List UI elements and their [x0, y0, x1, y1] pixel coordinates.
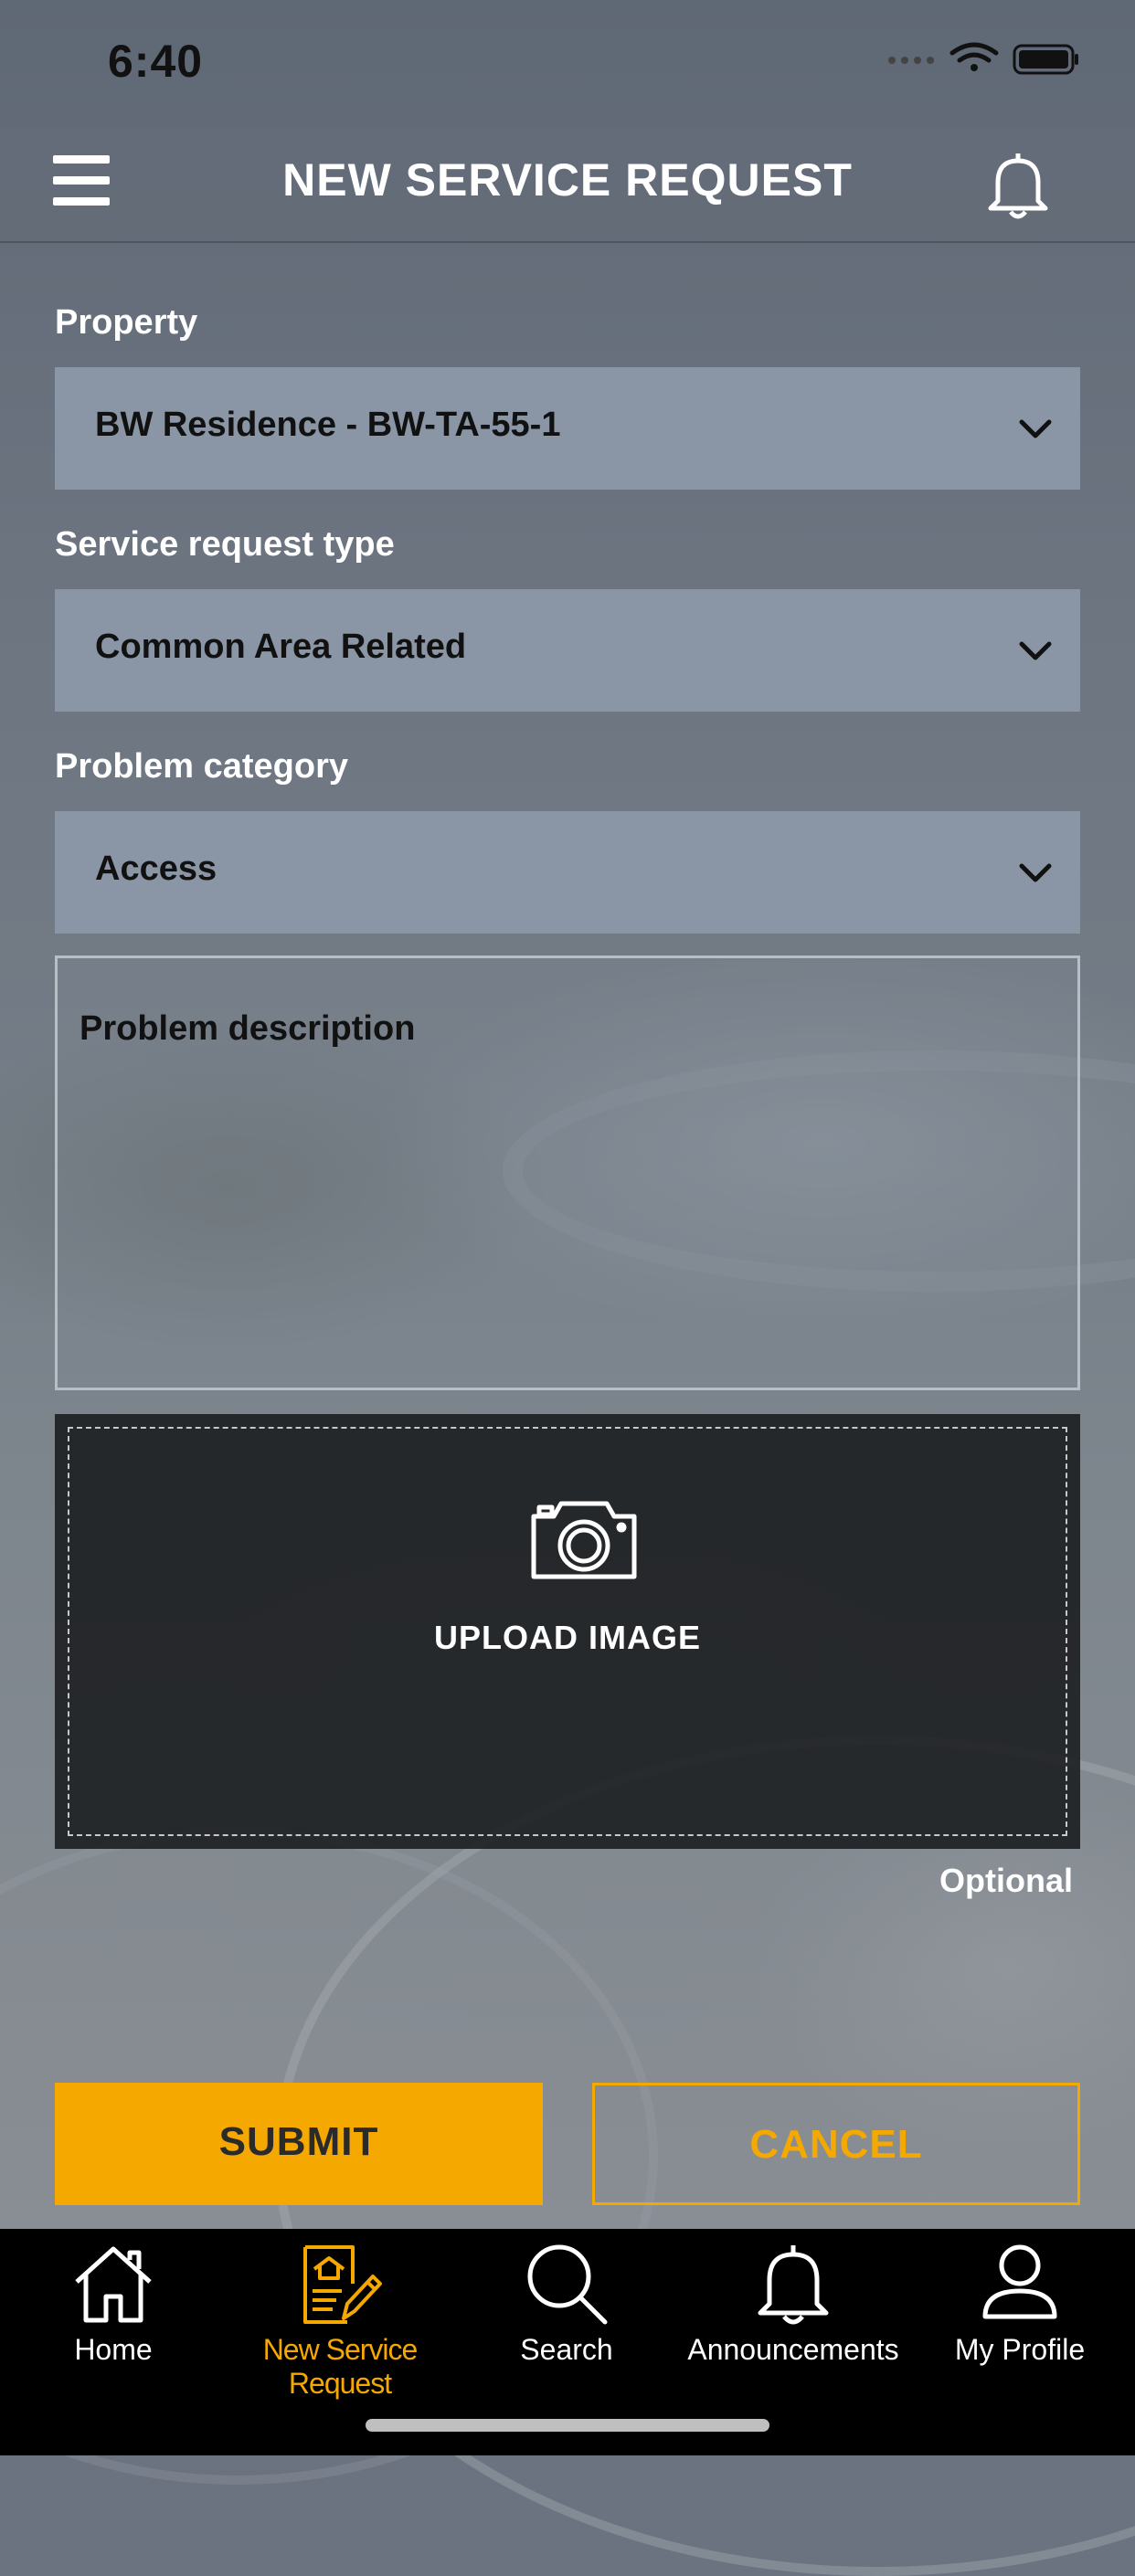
bell-icon[interactable]	[985, 148, 1051, 221]
tab-label: Announcements	[687, 2333, 899, 2366]
request-type-label: Service request type	[55, 525, 395, 564]
signal-icon	[888, 57, 934, 64]
home-icon	[75, 2246, 152, 2323]
tab-label: Search	[520, 2333, 613, 2366]
new-request-icon	[303, 2245, 382, 2324]
request-type-select[interactable]: Common Area Related	[55, 589, 1080, 712]
status-icons	[886, 40, 1080, 77]
app-header: NEW SERVICE REQUEST	[0, 128, 1135, 243]
battery-icon	[1013, 44, 1078, 75]
page-title: NEW SERVICE REQUEST	[282, 154, 853, 206]
search-icon	[527, 2244, 608, 2325]
tab-search[interactable]: Search	[453, 2240, 680, 2377]
request-type-value: Common Area Related	[95, 628, 467, 666]
chevron-down-icon	[1019, 419, 1052, 438]
tab-my-profile[interactable]: My Profile	[907, 2240, 1133, 2377]
problem-description-placeholder: Problem description	[80, 1009, 416, 1048]
tab-home[interactable]: Home	[0, 2240, 227, 2377]
cancel-button[interactable]: CANCEL	[592, 2083, 1080, 2205]
problem-category-value: Access	[95, 850, 217, 888]
profile-icon	[982, 2244, 1057, 2319]
chevron-down-icon	[1019, 863, 1052, 882]
tab-label: My Profile	[954, 2333, 1086, 2366]
upload-image-button[interactable]: UPLOAD IMAGE	[55, 1414, 1080, 1849]
submit-button[interactable]: SUBMIT	[55, 2083, 543, 2205]
property-label: Property	[55, 303, 198, 342]
tab-label: Home	[74, 2333, 153, 2366]
status-bar: 6:40	[0, 0, 1135, 128]
property-value: BW Residence - BW-TA-55-1	[95, 406, 561, 444]
problem-category-label: Problem category	[55, 747, 348, 786]
upload-dropzone: UPLOAD IMAGE	[68, 1427, 1067, 1836]
tab-new-service-request[interactable]: New Service Request	[227, 2240, 453, 2400]
camera-icon	[531, 1501, 637, 1579]
problem-description-field[interactable]: Problem description	[55, 955, 1080, 1390]
problem-category-select[interactable]: Access	[55, 811, 1080, 934]
tab-announcements[interactable]: Announcements	[680, 2240, 907, 2377]
optional-note: Optional	[939, 1862, 1073, 1899]
home-indicator	[366, 2419, 769, 2432]
status-time: 6:40	[108, 36, 204, 87]
tab-label: New Service Request	[262, 2333, 419, 2400]
upload-image-label: UPLOAD IMAGE	[433, 1619, 701, 1656]
bell-icon	[758, 2245, 829, 2325]
chevron-down-icon	[1019, 641, 1052, 660]
wifi-icon	[949, 42, 999, 71]
property-select[interactable]: BW Residence - BW-TA-55-1	[55, 367, 1080, 490]
